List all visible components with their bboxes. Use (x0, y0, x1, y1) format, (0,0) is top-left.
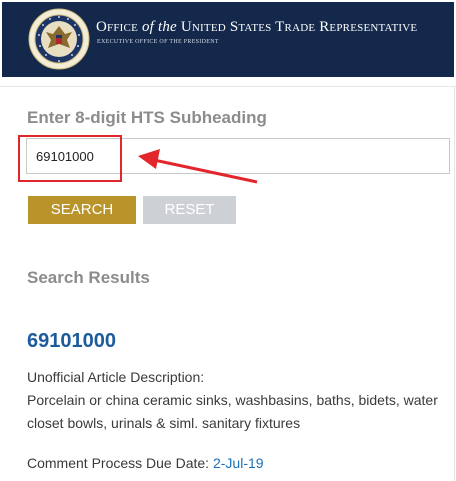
site-subtitle: EXECUTIVE OFFICE OF THE PRESIDENT (97, 39, 219, 45)
panel-top-divider (0, 86, 456, 87)
search-results-heading: Search Results (27, 268, 150, 287)
result-description: Unofficial Article Description: Porcelai… (27, 366, 447, 435)
due-date-value: 2-Jul-19 (212, 455, 264, 471)
search-button[interactable]: SEARCH (28, 196, 136, 224)
hts-field-label: Enter 8-digit HTS Subheading (27, 108, 267, 127)
site-title[interactable]: Office of the United States Trade Repres… (96, 19, 452, 36)
site-header: Office of the United States Trade Repres… (2, 2, 454, 77)
red-arrow-icon (138, 149, 258, 184)
comment-due-line: Comment Process Due Date: 2-Jul-19 (27, 455, 264, 471)
result-hts-code-link[interactable]: 69101000 (27, 330, 116, 353)
description-label: Unofficial Article Description: (27, 369, 205, 385)
presidential-seal-icon[interactable] (28, 8, 90, 70)
panel-right-divider (454, 86, 455, 481)
due-date-label: Comment Process Due Date: (27, 455, 210, 471)
description-text: Porcelain or china ceramic sinks, washba… (27, 392, 438, 431)
reset-button[interactable]: RESET (143, 196, 236, 224)
